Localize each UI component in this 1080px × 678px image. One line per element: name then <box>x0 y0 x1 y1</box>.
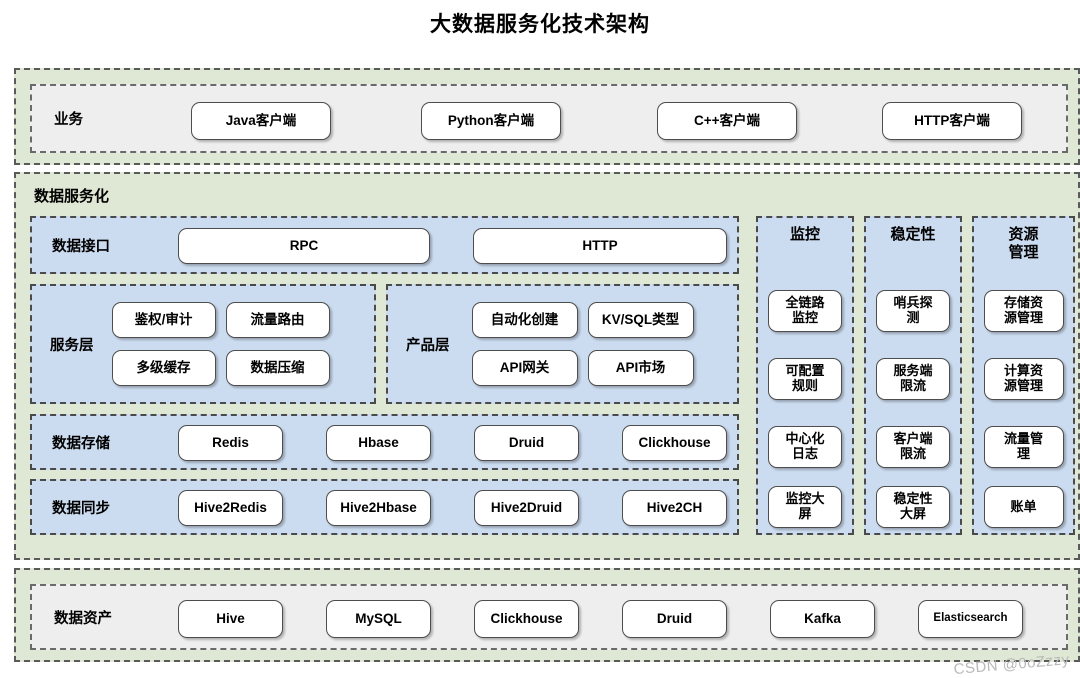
node-configurable-rules[interactable]: 可配置 规则 <box>768 358 842 400</box>
service-layer-label: 服务层 <box>50 337 94 354</box>
business-layer-inner: 业务 Java客户端 Python客户端 C++客户端 HTTP客户端 <box>30 84 1068 153</box>
data-assets-inner: 数据资产 Hive MySQL Clickhouse Druid Kafka E… <box>30 584 1068 650</box>
node-asset-elasticsearch[interactable]: Elasticsearch <box>918 600 1023 638</box>
node-hive2hbase[interactable]: Hive2Hbase <box>326 490 431 526</box>
business-layer-band: 业务 Java客户端 Python客户端 C++客户端 HTTP客户端 <box>14 68 1080 165</box>
node-asset-hive[interactable]: Hive <box>178 600 283 638</box>
node-data-compression[interactable]: 数据压缩 <box>225 350 330 386</box>
node-automated-creation[interactable]: 自动化创建 <box>471 302 578 338</box>
node-full-link-monitoring[interactable]: 全链路 监控 <box>768 290 842 332</box>
node-redis[interactable]: Redis <box>178 425 283 461</box>
node-http[interactable]: HTTP <box>473 228 727 264</box>
node-hive2druid[interactable]: Hive2Druid <box>474 490 579 526</box>
node-python-client[interactable]: Python客户端 <box>421 102 561 140</box>
node-druid[interactable]: Druid <box>474 425 579 461</box>
business-row-label: 业务 <box>54 112 83 128</box>
node-kv-sql-type[interactable]: KV/SQL类型 <box>587 302 694 338</box>
node-traffic-management[interactable]: 流量管 理 <box>983 426 1064 468</box>
node-compute-resource-mgmt[interactable]: 计算资 源管理 <box>983 358 1064 400</box>
monitoring-title: 监控 <box>789 226 820 243</box>
node-hive2ch[interactable]: Hive2CH <box>622 490 727 526</box>
data-storage-row: 数据存储 Redis Hbase Druid Clickhouse <box>30 414 739 470</box>
node-traffic-routing[interactable]: 流量路由 <box>225 302 330 338</box>
service-layer-box: 服务层 鉴权/审计 流量路由 多级缓存 数据压缩 <box>30 284 376 404</box>
data-service-band: 数据服务化 数据接口 RPC HTTP 服务层 鉴权/审计 流量路由 多级缓存 … <box>14 172 1080 560</box>
node-rpc[interactable]: RPC <box>178 228 430 264</box>
node-api-marketplace[interactable]: API市场 <box>587 350 694 386</box>
node-storage-resource-mgmt[interactable]: 存储资 源管理 <box>983 290 1064 332</box>
node-monitoring-dashboard[interactable]: 监控大 屏 <box>768 486 842 528</box>
data-sync-row: 数据同步 Hive2Redis Hive2Hbase Hive2Druid Hi… <box>30 479 739 535</box>
stability-column: 稳定性 哨兵探 测 服务端 限流 客户端 限流 稳定性 大屏 <box>864 216 962 535</box>
node-api-gateway[interactable]: API网关 <box>471 350 578 386</box>
node-asset-clickhouse[interactable]: Clickhouse <box>474 600 579 638</box>
node-billing[interactable]: 账单 <box>983 486 1064 528</box>
node-asset-druid[interactable]: Druid <box>622 600 727 638</box>
data-assets-label: 数据资产 <box>54 610 112 627</box>
page-title: 大数据服务化技术架构 <box>430 13 650 36</box>
resource-management-title: 资源 管理 <box>1008 226 1039 261</box>
node-server-rate-limit[interactable]: 服务端 限流 <box>876 358 950 400</box>
data-storage-label: 数据存储 <box>52 435 110 452</box>
node-hive2redis[interactable]: Hive2Redis <box>178 490 283 526</box>
product-layer-box: 产品层 自动化创建 KV/SQL类型 API网关 API市场 <box>386 284 739 404</box>
product-layer-grid: 自动化创建 KV/SQL类型 API网关 API市场 <box>450 286 738 402</box>
node-asset-kafka[interactable]: Kafka <box>770 600 875 638</box>
service-layer-grid: 鉴权/审计 流量路由 多级缓存 数据压缩 <box>94 286 375 402</box>
node-asset-mysql[interactable]: MySQL <box>326 600 431 638</box>
node-centralized-logs[interactable]: 中心化 日志 <box>768 426 842 468</box>
data-sync-label: 数据同步 <box>52 500 110 517</box>
node-clickhouse[interactable]: Clickhouse <box>622 425 727 461</box>
data-assets-band: 数据资产 Hive MySQL Clickhouse Druid Kafka E… <box>14 568 1080 662</box>
data-interface-row: 数据接口 RPC HTTP <box>30 216 739 274</box>
product-layer-label: 产品层 <box>406 337 450 354</box>
stability-title: 稳定性 <box>890 226 936 243</box>
node-client-rate-limit[interactable]: 客户端 限流 <box>876 426 950 468</box>
data-service-title: 数据服务化 <box>34 188 110 205</box>
node-cpp-client[interactable]: C++客户端 <box>657 102 797 140</box>
resource-management-column: 资源 管理 存储资 源管理 计算资 源管理 流量管 理 账单 <box>972 216 1075 535</box>
node-stability-dashboard[interactable]: 稳定性 大屏 <box>876 486 950 528</box>
node-hbase[interactable]: Hbase <box>326 425 431 461</box>
node-multilevel-cache[interactable]: 多级缓存 <box>111 350 216 386</box>
node-java-client[interactable]: Java客户端 <box>191 102 331 140</box>
data-interface-label: 数据接口 <box>52 238 110 255</box>
monitoring-column: 监控 全链路 监控 可配置 规则 中心化 日志 监控大 屏 <box>756 216 854 535</box>
node-sentinel-probe[interactable]: 哨兵探 测 <box>876 290 950 332</box>
node-http-client[interactable]: HTTP客户端 <box>882 102 1022 140</box>
node-auth-audit[interactable]: 鉴权/审计 <box>111 302 216 338</box>
